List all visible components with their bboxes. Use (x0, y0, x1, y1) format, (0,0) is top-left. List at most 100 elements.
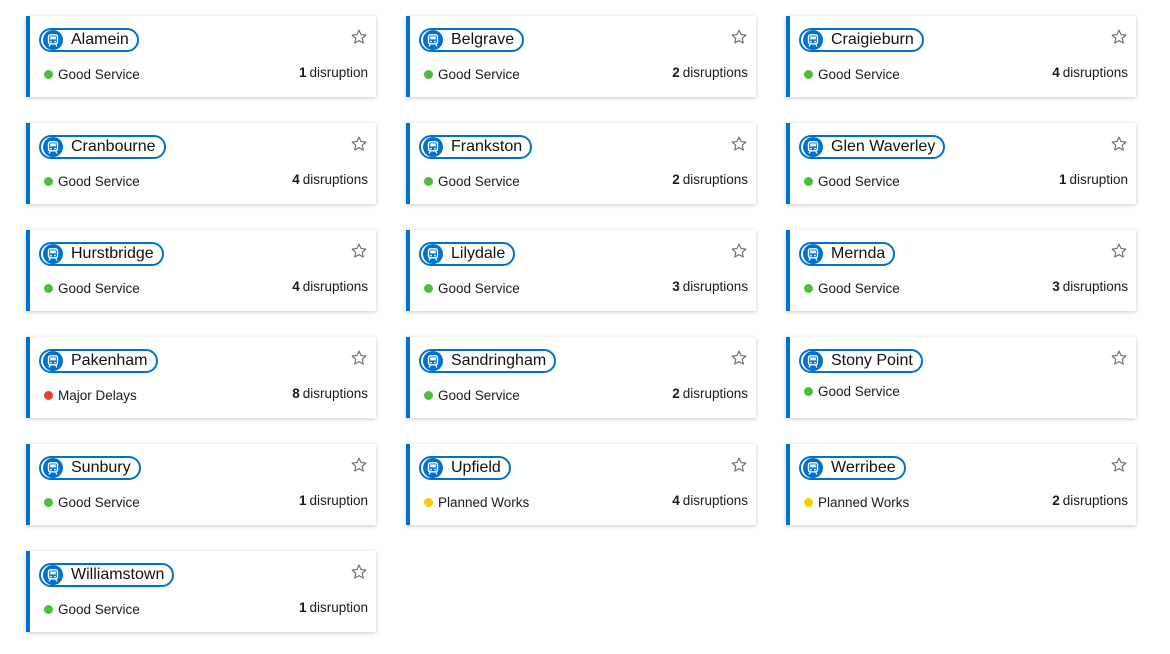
disruptions-link[interactable]: 2 disruptions (672, 386, 748, 401)
line-card-mernda[interactable]: Mernda Good Service 3 disruptions (786, 230, 1136, 311)
disruption-count: 4 (292, 279, 300, 294)
disruption-unit: disruptions (682, 493, 748, 508)
line-badge[interactable]: Belgrave (419, 28, 525, 52)
line-card-williamstown[interactable]: Williamstown Good Service 1 disruption (26, 551, 376, 632)
star-icon[interactable] (350, 242, 368, 260)
line-badge[interactable]: Pakenham (39, 349, 158, 373)
line-badge[interactable]: Williamstown (39, 563, 175, 587)
line-badge[interactable]: Cranbourne (39, 135, 166, 159)
line-badge[interactable]: Lilydale (419, 242, 516, 266)
status-dot-icon (804, 387, 813, 396)
line-card-frankston[interactable]: Frankston Good Service 2 disruptions (406, 123, 756, 204)
disruptions-link[interactable]: 2 disruptions (1052, 493, 1128, 508)
line-card-werribee[interactable]: Werribee Planned Works 2 disruptions (786, 444, 1136, 525)
line-card-pakenham[interactable]: Pakenham Major Delays 8 disruptions (26, 337, 376, 418)
disruption-count: 1 (298, 65, 307, 80)
status-dot-icon (424, 70, 433, 79)
disruptions-link[interactable]: 8 disruptions (292, 386, 368, 401)
disruptions-link[interactable]: 1 disruption (1059, 172, 1128, 187)
status-text: Good Service (438, 67, 520, 82)
star-icon[interactable] (1110, 28, 1128, 46)
star-icon[interactable] (730, 135, 748, 153)
disruptions-link[interactable]: 2 disruptions (672, 65, 748, 80)
line-badge[interactable]: Glen Waverley (799, 135, 946, 159)
line-card-sunbury[interactable]: Sunbury Good Service 1 disruption (26, 444, 376, 525)
line-card-craigieburn[interactable]: Craigieburn Good Service 4 disruptions (786, 16, 1136, 97)
disruptions-link[interactable]: 2 disruptions (672, 172, 748, 187)
star-icon[interactable] (1110, 135, 1128, 153)
disruptions-link[interactable]: 4 disruptions (1052, 65, 1128, 80)
star-icon[interactable] (350, 349, 368, 367)
line-badge[interactable]: Stony Point (799, 349, 923, 373)
disruption-count: 2 (672, 386, 680, 401)
line-card-lilydale[interactable]: Lilydale Good Service 3 disruptions (406, 230, 756, 311)
line-badge[interactable]: Upfield (419, 456, 511, 480)
line-name: Werribee (831, 459, 896, 476)
star-icon[interactable] (730, 349, 748, 367)
star-icon[interactable] (350, 135, 368, 153)
star-icon[interactable] (350, 456, 368, 474)
star-icon[interactable] (1110, 242, 1128, 260)
disruption-unit: disruptions (302, 386, 368, 401)
line-name: Williamstown (71, 566, 165, 583)
line-badge[interactable]: Sunbury (39, 456, 141, 480)
service-status: Good Service (424, 388, 520, 403)
status-text: Good Service (58, 174, 140, 189)
disruption-unit: disruptions (1062, 65, 1128, 80)
disruptions-link[interactable]: 3 disruptions (672, 279, 748, 294)
line-badge[interactable]: Alamein (39, 28, 139, 52)
line-status-grid: Alamein Good Service 1 disruption Belgra… (26, 16, 1136, 632)
train-icon (43, 137, 63, 157)
status-dot-icon (424, 284, 433, 293)
service-status: Good Service (44, 174, 140, 189)
line-card-hurstbridge[interactable]: Hurstbridge Good Service 4 disruptions (26, 230, 376, 311)
service-status: Good Service (804, 174, 900, 189)
line-badge[interactable]: Werribee (799, 456, 906, 480)
service-status: Good Service (44, 495, 140, 510)
disruption-count: 3 (1052, 279, 1060, 294)
train-icon (43, 458, 63, 478)
status-dot-icon (424, 498, 433, 507)
line-badge[interactable]: Sandringham (419, 349, 557, 373)
line-name: Frankston (451, 138, 523, 155)
line-badge[interactable]: Craigieburn (799, 28, 924, 52)
disruptions-link[interactable]: 1 disruption (299, 65, 368, 80)
status-text: Major Delays (58, 388, 137, 403)
star-icon[interactable] (730, 456, 748, 474)
star-icon[interactable] (350, 563, 368, 581)
status-dot-icon (44, 391, 53, 400)
disruptions-link[interactable]: 4 disruptions (292, 172, 368, 187)
star-icon[interactable] (350, 28, 368, 46)
line-card-stony-point[interactable]: Stony Point Good Service (786, 337, 1136, 418)
line-card-upfield[interactable]: Upfield Planned Works 4 disruptions (406, 444, 756, 525)
status-text: Planned Works (818, 495, 910, 510)
service-status: Good Service (44, 281, 140, 296)
line-card-cranbourne[interactable]: Cranbourne Good Service 4 disruptions (26, 123, 376, 204)
star-icon[interactable] (1110, 349, 1128, 367)
disruptions-link[interactable]: 4 disruptions (672, 493, 748, 508)
line-badge[interactable]: Frankston (419, 135, 533, 159)
disruptions-link[interactable]: 3 disruptions (1052, 279, 1128, 294)
line-card-belgrave[interactable]: Belgrave Good Service 2 disruptions (406, 16, 756, 97)
line-name: Glen Waverley (831, 138, 936, 155)
disruptions-link[interactable]: 1 disruption (299, 493, 368, 508)
star-icon[interactable] (1110, 456, 1128, 474)
star-icon[interactable] (730, 242, 748, 260)
train-icon (803, 137, 823, 157)
star-icon[interactable] (730, 28, 748, 46)
disruption-count: 4 (292, 172, 300, 187)
line-card-sandringham[interactable]: Sandringham Good Service 2 disruptions (406, 337, 756, 418)
disruptions-link[interactable]: 1 disruption (299, 600, 368, 615)
train-icon (423, 244, 443, 264)
line-badge[interactable]: Mernda (799, 242, 896, 266)
line-card-glen-waverley[interactable]: Glen Waverley Good Service 1 disruption (786, 123, 1136, 204)
status-text: Good Service (818, 384, 900, 399)
service-status: Good Service (804, 281, 900, 296)
train-icon (423, 30, 443, 50)
train-icon (43, 30, 63, 50)
status-dot-icon (804, 284, 813, 293)
disruptions-link[interactable]: 4 disruptions (292, 279, 368, 294)
line-card-alamein[interactable]: Alamein Good Service 1 disruption (26, 16, 376, 97)
line-badge[interactable]: Hurstbridge (39, 242, 164, 266)
train-icon (803, 244, 823, 264)
